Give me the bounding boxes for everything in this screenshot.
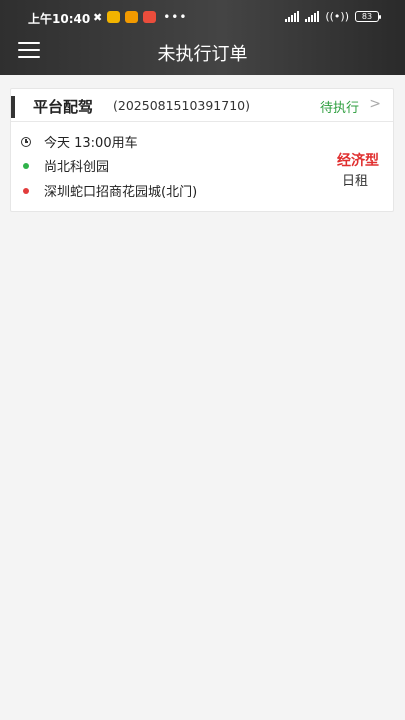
notification-icons: ✖ ••• bbox=[93, 10, 187, 24]
signal-2-icon bbox=[305, 11, 320, 22]
end-location-row: 深圳蛇口招商花园城(北门) bbox=[20, 181, 197, 200]
start-location: 尚北科创园 bbox=[44, 160, 110, 175]
vehicle-class: 经济型 bbox=[337, 153, 379, 169]
top-app-bar: 上午10:40 ✖ ••• ((•)) 83 未执行订单 bbox=[0, 0, 405, 75]
chevron-right-icon[interactable]: > bbox=[369, 96, 381, 112]
header-accent-bar bbox=[11, 96, 15, 118]
weibo-app-icon bbox=[125, 11, 139, 23]
clock-icon bbox=[20, 136, 32, 147]
status-time: 上午10:40 bbox=[28, 12, 91, 26]
order-status: 待执行 bbox=[319, 101, 359, 116]
news-app-icon bbox=[143, 11, 157, 23]
start-location-row: 尚北科创园 bbox=[20, 156, 109, 175]
system-icons: ((•)) 83 bbox=[285, 10, 381, 23]
page-title: 未执行订单 bbox=[157, 44, 248, 65]
rental-type: 日租 bbox=[341, 174, 368, 189]
status-bar: 上午10:40 ✖ ••• ((•)) 83 bbox=[0, 0, 405, 34]
order-card-header[interactable]: 平台配驾 (2025081510391710) 待执行 > bbox=[11, 89, 393, 122]
chat-app-icon bbox=[107, 11, 121, 23]
end-dot-icon bbox=[20, 187, 32, 194]
end-location: 深圳蛇口招商花园城(北门) bbox=[44, 185, 198, 200]
battery-icon: 83 bbox=[355, 11, 381, 22]
more-notifications-icon: ••• bbox=[163, 10, 188, 24]
signal-1-icon bbox=[285, 11, 300, 22]
order-number: (2025081510391710) bbox=[113, 98, 250, 113]
order-card[interactable]: 平台配驾 (2025081510391710) 待执行 > 今天 13:00用车… bbox=[10, 88, 394, 212]
start-dot-icon bbox=[20, 162, 32, 169]
pickup-time-row: 今天 13:00用车 bbox=[20, 132, 138, 151]
service-type: 平台配驾 bbox=[33, 98, 94, 116]
pickup-time: 今天 13:00用车 bbox=[44, 136, 138, 151]
wifi-icon: ((•)) bbox=[325, 10, 349, 23]
mute-alarm-icon: ✖ bbox=[93, 10, 103, 24]
